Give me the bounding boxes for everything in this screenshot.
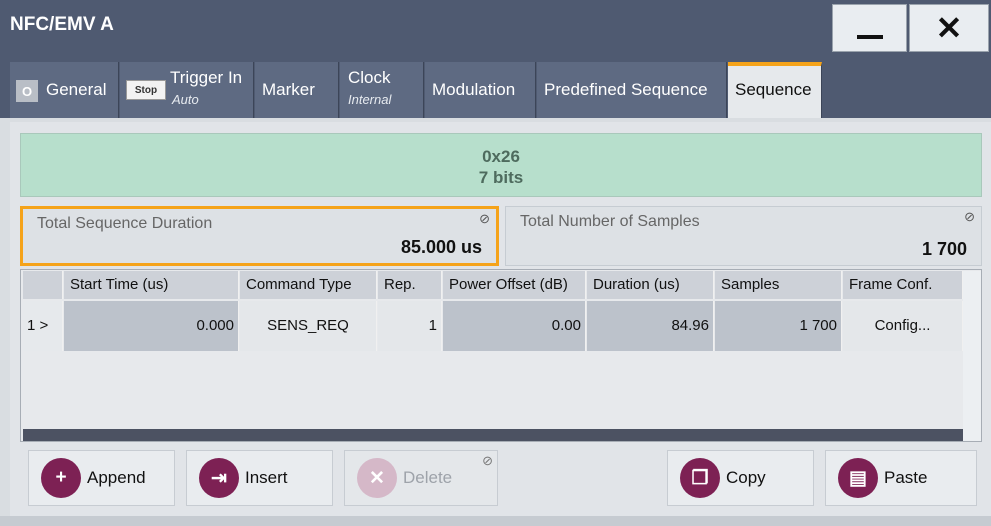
tab-clock[interactable]: Clock Internal xyxy=(340,62,424,118)
close-icon: ✕ xyxy=(935,10,963,46)
lock-icon: ⊘ xyxy=(482,453,493,468)
table-header-command-type[interactable]: Command Type xyxy=(240,271,377,299)
config-button[interactable]: Config... xyxy=(843,301,963,351)
table-row-index[interactable]: 1 > xyxy=(23,301,63,351)
minimize-button[interactable] xyxy=(832,4,907,52)
tab-marker[interactable]: Marker xyxy=(255,62,339,118)
tab-clock-sub: Internal xyxy=(348,92,392,107)
vertical-scrollbar[interactable] xyxy=(963,271,981,441)
total-duration-value: 85.000 us xyxy=(400,237,482,257)
tab-sequence[interactable]: Sequence xyxy=(728,62,822,118)
delete-label: Delete xyxy=(403,468,453,487)
tab-general[interactable]: O General xyxy=(10,62,119,118)
insert-icon: ⇥ xyxy=(199,458,239,498)
minimize-icon xyxy=(856,35,883,39)
append-button[interactable]: + Append xyxy=(28,450,175,506)
tab-modulation-label: Modulation xyxy=(432,80,516,99)
total-samples-field[interactable]: Total Number of Samples ⊘ 1 700 xyxy=(505,206,982,266)
append-label: Append xyxy=(87,468,146,487)
cell-samples[interactable]: 1 700 xyxy=(715,301,842,351)
paste-label: Paste xyxy=(884,468,928,487)
cell-start-time[interactable]: 0.000 xyxy=(64,301,239,351)
tab-predefined-label: Predefined Sequence xyxy=(544,80,708,99)
tab-trigger-label: Trigger In xyxy=(170,68,243,87)
cell-command-type[interactable]: SENS_REQ xyxy=(240,301,377,351)
horizontal-scrollbar[interactable] xyxy=(23,429,963,441)
table-header-power-offset[interactable]: Power Offset (dB) xyxy=(443,271,586,299)
table-header-duration[interactable]: Duration (us) xyxy=(587,271,714,299)
close-button[interactable]: ✕ xyxy=(909,4,989,52)
tab-general-label: General xyxy=(46,80,107,99)
cell-rep[interactable]: 1 xyxy=(378,301,442,351)
frame-bits: 7 bits xyxy=(478,168,524,187)
lock-icon: ⊘ xyxy=(479,211,490,226)
table-header-rep[interactable]: Rep. xyxy=(378,271,442,299)
delete-icon: ✕ xyxy=(357,458,397,498)
tab-clock-label: Clock xyxy=(348,68,391,87)
insert-label: Insert xyxy=(245,468,288,487)
frame-display: 0x26 7 bits xyxy=(20,133,982,197)
total-samples-value: 1 700 xyxy=(921,239,967,259)
total-sequence-duration-field[interactable]: Total Sequence Duration ⊘ 85.000 us xyxy=(20,206,499,266)
paste-button[interactable]: ▤ Paste xyxy=(825,450,977,506)
tab-marker-label: Marker xyxy=(262,80,315,99)
frame-value: 0x26 xyxy=(482,147,520,166)
cell-power-offset[interactable]: 0.00 xyxy=(443,301,586,351)
paste-icon: ▤ xyxy=(838,458,878,498)
tab-predefined-sequence[interactable]: Predefined Sequence xyxy=(537,62,727,118)
copy-button[interactable]: ❐ Copy xyxy=(667,450,814,506)
append-icon: + xyxy=(41,458,81,498)
cell-duration[interactable]: 84.96 xyxy=(587,301,714,351)
delete-button[interactable]: ✕ Delete ⊘ xyxy=(344,450,498,506)
total-duration-label: Total Sequence Duration xyxy=(37,215,213,232)
copy-label: Copy xyxy=(726,468,766,487)
tab-trigger-sub: Auto xyxy=(172,92,199,107)
table-header-frame-conf[interactable]: Frame Conf. xyxy=(843,271,963,299)
insert-button[interactable]: ⇥ Insert xyxy=(186,450,333,506)
bottom-strip xyxy=(0,516,991,526)
lock-icon: ⊘ xyxy=(964,209,975,224)
copy-icon: ❐ xyxy=(680,458,720,498)
tab-sequence-label: Sequence xyxy=(735,80,812,99)
window-title: NFC/EMV A xyxy=(10,14,114,35)
total-samples-label: Total Number of Samples xyxy=(520,213,700,230)
status-badge: O xyxy=(16,80,38,102)
stop-badge: Stop xyxy=(126,80,166,100)
table-header-index xyxy=(23,271,63,299)
table-header-samples[interactable]: Samples xyxy=(715,271,842,299)
table-header-start-time[interactable]: Start Time (us) xyxy=(64,271,239,299)
tab-modulation[interactable]: Modulation xyxy=(425,62,536,118)
tab-trigger-in[interactable]: Stop Trigger In Auto xyxy=(120,62,254,118)
